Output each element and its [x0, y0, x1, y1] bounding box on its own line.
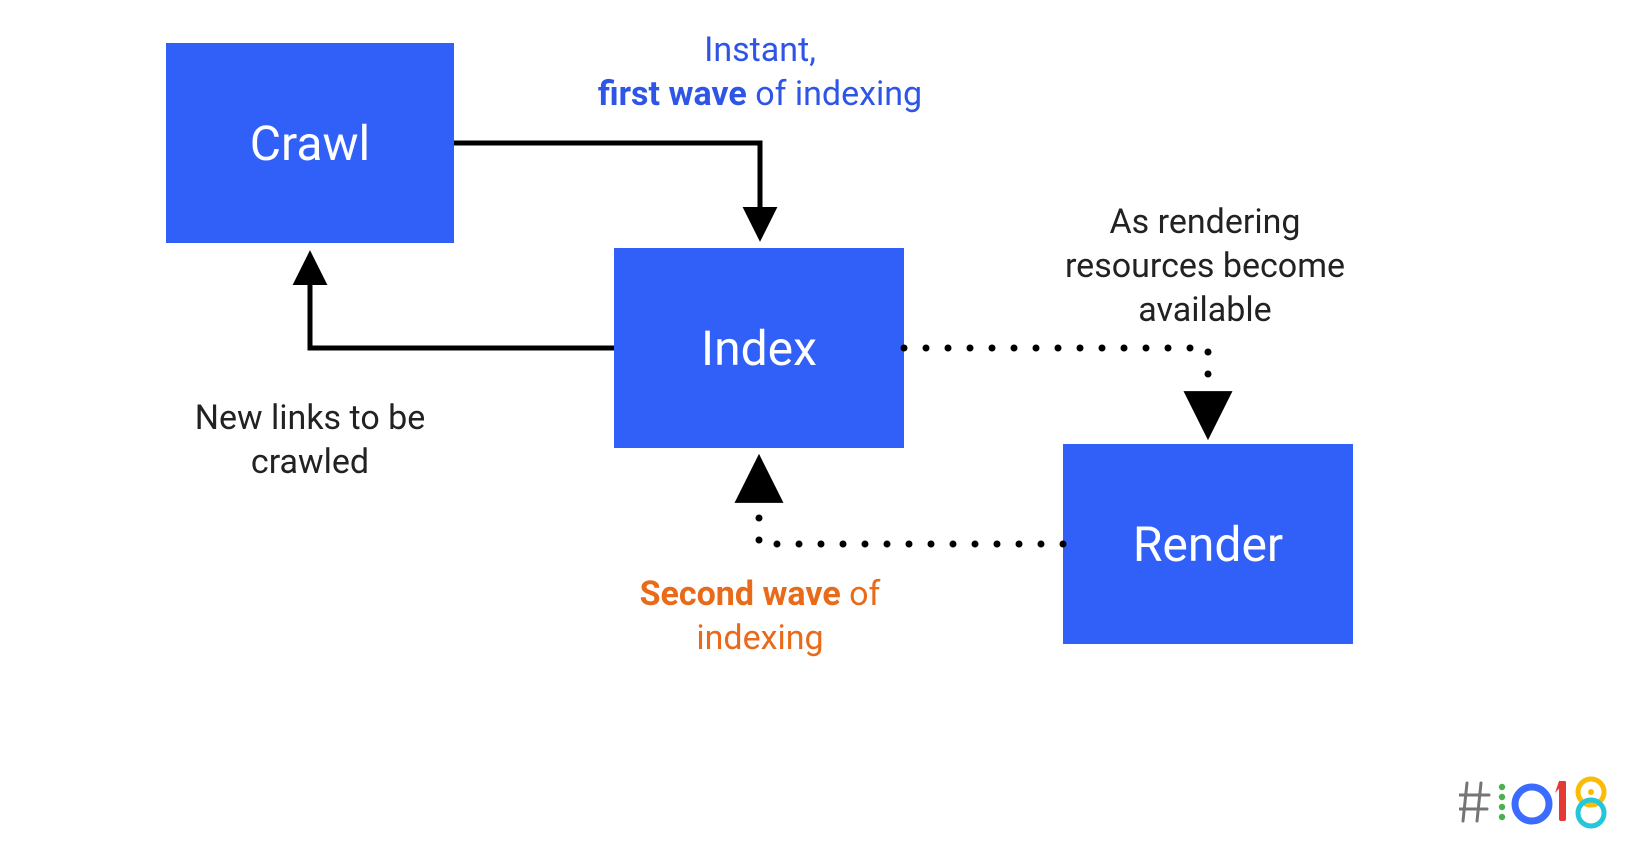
rendering-line2: resources become [1065, 246, 1345, 286]
render-box: Render [1063, 444, 1353, 644]
rendering-line3: available [1138, 290, 1271, 330]
io18-logo-icon [1459, 763, 1619, 833]
second-wave-label: Second wave of indexing [590, 572, 930, 660]
crawl-box: Crawl [166, 43, 454, 243]
rendering-label: As rendering resources become available [1050, 200, 1360, 333]
index-box: Index [614, 248, 904, 448]
new-links-line1: New links to be [195, 398, 426, 438]
arrow-index-to-crawl [310, 256, 614, 348]
first-wave-line1: Instant, [704, 30, 816, 70]
arrow-crawl-to-index [454, 143, 760, 236]
first-wave-label: Instant, first wave of indexing [560, 28, 960, 116]
arrow-index-to-render [904, 348, 1208, 432]
second-wave-rest: of [841, 574, 881, 614]
first-wave-rest: of indexing [747, 74, 922, 114]
crawl-label: Crawl [250, 115, 370, 172]
first-wave-bold: first wave [598, 74, 747, 114]
second-wave-line2: indexing [696, 618, 823, 658]
arrow-render-to-index [759, 462, 1063, 544]
rendering-line1: As rendering [1109, 202, 1300, 242]
new-links-line2: crawled [251, 442, 369, 482]
render-label: Render [1133, 516, 1283, 573]
second-wave-bold: Second wave [640, 574, 841, 614]
new-links-label: New links to be crawled [150, 396, 470, 484]
index-label: Index [701, 320, 817, 377]
